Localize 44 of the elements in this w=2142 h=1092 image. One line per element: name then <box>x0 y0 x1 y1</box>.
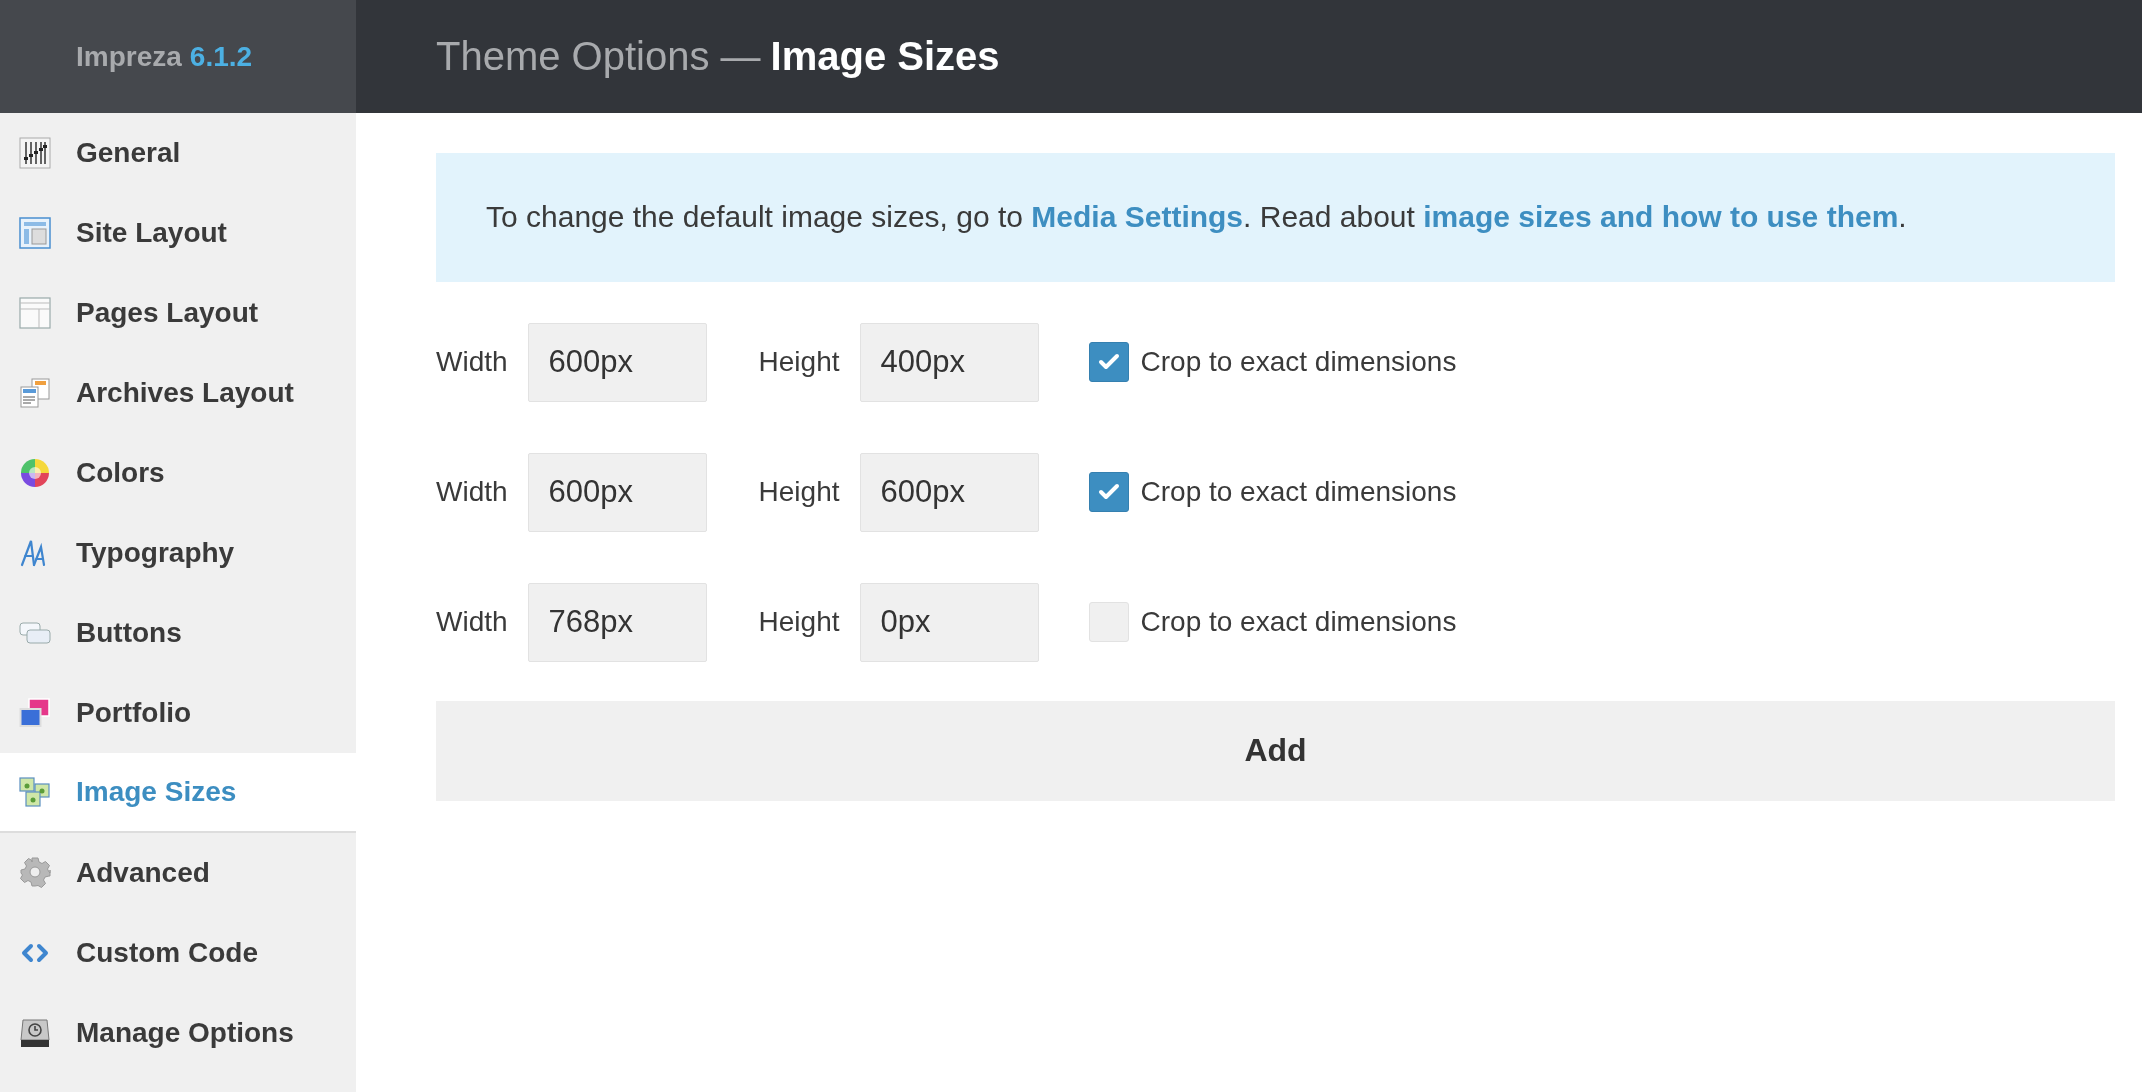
sidebar-item[interactable]: Pages Layout <box>0 273 356 353</box>
width-field[interactable]: 600px <box>527 452 707 532</box>
sidebar-item[interactable]: Site Layout <box>0 193 356 273</box>
checkbox-label: Crop to exact dimensions <box>1140 346 1457 378</box>
width-label: Width <box>436 346 508 378</box>
height-field[interactable]: 400px <box>859 322 1039 402</box>
checkbox[interactable] <box>1088 472 1129 512</box>
sidebar-item[interactable]: Portfolio <box>0 673 356 753</box>
sidebar-item[interactable]: General <box>0 113 356 193</box>
height-label: Height <box>758 346 840 378</box>
width-field[interactable]: 600px <box>527 322 707 402</box>
pictures-icon <box>19 697 51 729</box>
sidebar-item[interactable]: Buttons <box>0 593 356 673</box>
checkbox-label: Crop to exact dimensions <box>1140 476 1457 508</box>
sidebar-item[interactable]: Advanced <box>0 833 356 913</box>
sidebar-item[interactable]: Custom Code <box>0 913 356 993</box>
checkbox[interactable] <box>1088 342 1129 382</box>
width-label: Width <box>436 606 508 638</box>
layout-icon <box>19 297 51 329</box>
width-label: Width <box>436 476 508 508</box>
brand-name: Impreza <box>76 40 182 73</box>
checkbox-label: Crop to exact dimensions <box>1140 606 1457 638</box>
version-number: 6.1.2 <box>189 40 253 73</box>
add-button[interactable]: Add <box>436 700 2115 801</box>
layout-icon <box>19 217 51 249</box>
sidebar-item[interactable]: Manage Options <box>0 993 356 1073</box>
page-title: Image Sizes <box>770 34 1000 79</box>
sidebar-item[interactable]: Typography <box>0 513 356 593</box>
pictures-icon <box>19 776 51 808</box>
documents-icon <box>19 377 51 409</box>
sidebar-item[interactable]: Image Sizes <box>0 753 356 833</box>
sliders-icon <box>19 137 51 169</box>
color-wheel-icon <box>19 457 51 489</box>
height-label: Height <box>758 476 840 508</box>
height-field[interactable]: 0px <box>859 582 1039 662</box>
sidebar-item[interactable]: Colors <box>0 433 356 513</box>
width-field[interactable]: 768px <box>527 582 707 662</box>
drive-icon <box>19 1017 51 1049</box>
section-title: Theme Options — <box>436 34 761 79</box>
height-field[interactable]: 600px <box>859 452 1039 532</box>
settings-icon <box>19 857 51 889</box>
height-label: Height <box>758 606 840 638</box>
sidebar-item[interactable]: Archives Layout <box>0 353 356 433</box>
notice-text: To change the default image sizes, go to Media Settings. Read about image sizes and how to use them. <box>486 199 1908 235</box>
